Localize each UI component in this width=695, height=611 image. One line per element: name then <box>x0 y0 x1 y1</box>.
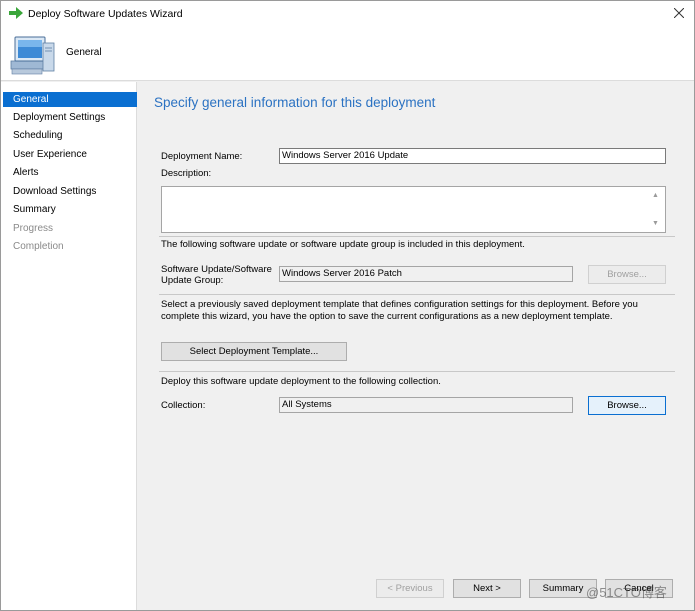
collection-label: Collection: <box>161 400 206 411</box>
title-bar: Deploy Software Updates Wizard <box>1 1 694 26</box>
sidebar-item-summary[interactable]: Summary <box>3 202 137 217</box>
update-group-label: Software Update/Software Update Group: <box>161 264 272 286</box>
sidebar-item-general[interactable]: General <box>3 92 137 107</box>
divider <box>159 236 675 237</box>
included-info-text: The following software update or softwar… <box>161 239 525 250</box>
window-title: Deploy Software Updates Wizard <box>28 8 183 20</box>
sidebar-item-progress: Progress <box>13 223 54 234</box>
select-template-button[interactable]: Select Deployment Template... <box>161 342 347 361</box>
update-group-field: Windows Server 2016 Patch <box>279 266 573 282</box>
wizard-footer: < Previous Next > Summary Cancel <box>138 570 694 610</box>
next-button[interactable]: Next > <box>453 579 521 598</box>
cancel-button[interactable]: Cancel <box>605 579 673 598</box>
wizard-window: Deploy Software Updates Wizard General G… <box>0 0 695 611</box>
close-icon <box>674 8 684 18</box>
wizard-content: Specify general information for this dep… <box>138 82 694 610</box>
sidebar-item-scheduling[interactable]: Scheduling <box>3 128 137 143</box>
deployment-name-field[interactable]: Windows Server 2016 Update <box>279 148 666 164</box>
sidebar-item-deployment-settings[interactable]: Deployment Settings <box>3 110 137 125</box>
browse-update-button: Browse... <box>588 265 666 284</box>
sidebar-item-alerts[interactable]: Alerts <box>3 165 137 180</box>
green-arrow-icon <box>9 7 23 19</box>
scroll-down-icon[interactable]: ▼ <box>652 220 691 227</box>
description-label: Description: <box>161 168 212 179</box>
sidebar-item-completion: Completion <box>13 241 64 252</box>
page-title: General <box>66 47 102 58</box>
template-info-text: Select a previously saved deployment tem… <box>161 299 638 322</box>
wizard-sidebar: General Deployment Settings Scheduling U… <box>1 82 137 610</box>
summary-button[interactable]: Summary <box>529 579 597 598</box>
sidebar-item-user-experience[interactable]: User Experience <box>3 147 137 162</box>
scroll-up-icon[interactable]: ▲ <box>652 192 691 199</box>
section-heading: Specify general information for this dep… <box>154 95 436 110</box>
computer-icon <box>10 36 55 75</box>
divider <box>159 294 675 295</box>
sidebar-item-download-settings[interactable]: Download Settings <box>3 184 137 199</box>
collection-field: All Systems <box>279 397 573 413</box>
previous-button: < Previous <box>376 579 444 598</box>
description-field[interactable] <box>161 186 666 233</box>
browse-collection-button[interactable]: Browse... <box>588 396 666 415</box>
collection-info-text: Deploy this software update deployment t… <box>161 376 441 387</box>
wizard-header: General <box>1 26 694 81</box>
close-button[interactable] <box>669 4 689 22</box>
divider <box>159 371 675 372</box>
deployment-name-label: Deployment Name: <box>161 151 243 162</box>
